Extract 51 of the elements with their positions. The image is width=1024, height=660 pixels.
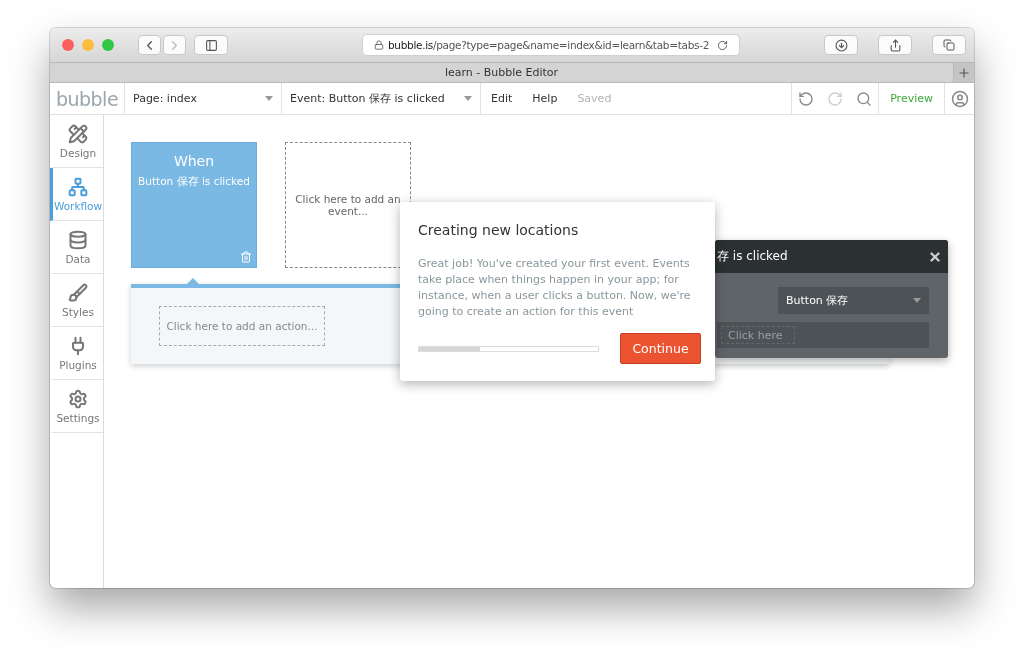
search-icon <box>855 90 872 107</box>
caret-icon <box>464 96 472 101</box>
download-button[interactable] <box>824 35 858 55</box>
reload-icon[interactable] <box>717 39 729 51</box>
dialog-text: Great job! You've created your first event. Events take place when things happen in your app; for instance, when a user clicks a button. Now, we're going to create an action for this event <box>418 256 692 320</box>
zoom-button[interactable] <box>102 39 114 51</box>
tabs-button[interactable] <box>932 35 966 55</box>
forward-button[interactable] <box>163 35 186 55</box>
hierarchy-icon <box>68 176 88 197</box>
close-button[interactable] <box>928 249 942 264</box>
share-button[interactable] <box>878 35 912 55</box>
preview-button[interactable]: Preview <box>878 83 945 114</box>
add-action-button[interactable]: Click here to add an action... <box>159 306 325 346</box>
delete-icon[interactable] <box>240 251 252 263</box>
continue-button[interactable]: Continue <box>620 333 701 364</box>
caret-icon <box>265 96 273 101</box>
add-event-button[interactable]: Click here to add an event... <box>285 142 411 268</box>
user-icon <box>950 89 969 108</box>
undo-icon <box>798 90 815 107</box>
address-bar[interactable]: bubble.is/page?type=page&name=index&id=learn&tab=tabs-2 <box>362 34 740 56</box>
card-title: When <box>173 153 215 169</box>
sidebar-item[interactable]: Styles <box>50 274 103 327</box>
sidebar-icon <box>204 38 218 52</box>
download-icon <box>834 38 848 52</box>
sidebar-item[interactable]: Design <box>50 115 103 168</box>
sidebar-item[interactable]: Workflow <box>50 168 103 221</box>
sidebar-item[interactable]: Settings <box>50 380 103 433</box>
caret-icon <box>913 298 921 303</box>
panel-title: 存 is clicked <box>717 248 788 265</box>
element-dropdown[interactable]: Button 保存 <box>778 287 929 314</box>
sidebar-button[interactable] <box>194 35 228 55</box>
back-button[interactable] <box>138 35 161 55</box>
dialog-title: Creating new locations <box>418 222 580 238</box>
menu-item[interactable]: Edit <box>481 83 523 114</box>
share-icon <box>888 38 902 52</box>
sidebar-item[interactable]: Data <box>50 221 103 274</box>
pencil-ruler-icon <box>68 123 88 144</box>
card-subtitle: Button 保存 is clicked <box>138 175 250 189</box>
sidebar-item[interactable]: Plugins <box>50 327 103 380</box>
settings-icon <box>68 388 88 409</box>
database-icon <box>68 229 88 250</box>
redo-icon <box>826 90 843 107</box>
condition-field[interactable]: Click here <box>721 326 795 344</box>
brush-icon <box>68 282 88 303</box>
tabs-icon <box>943 39 955 51</box>
plus-icon <box>957 65 971 80</box>
menu-item[interactable]: Help <box>522 83 568 114</box>
new-tab-button[interactable] <box>953 63 974 82</box>
url-text: bubble.is/page?type=page&name=index&id=learn&tab=tabs-2 <box>387 39 710 51</box>
close-icon <box>928 249 942 264</box>
lock-icon <box>373 40 384 50</box>
